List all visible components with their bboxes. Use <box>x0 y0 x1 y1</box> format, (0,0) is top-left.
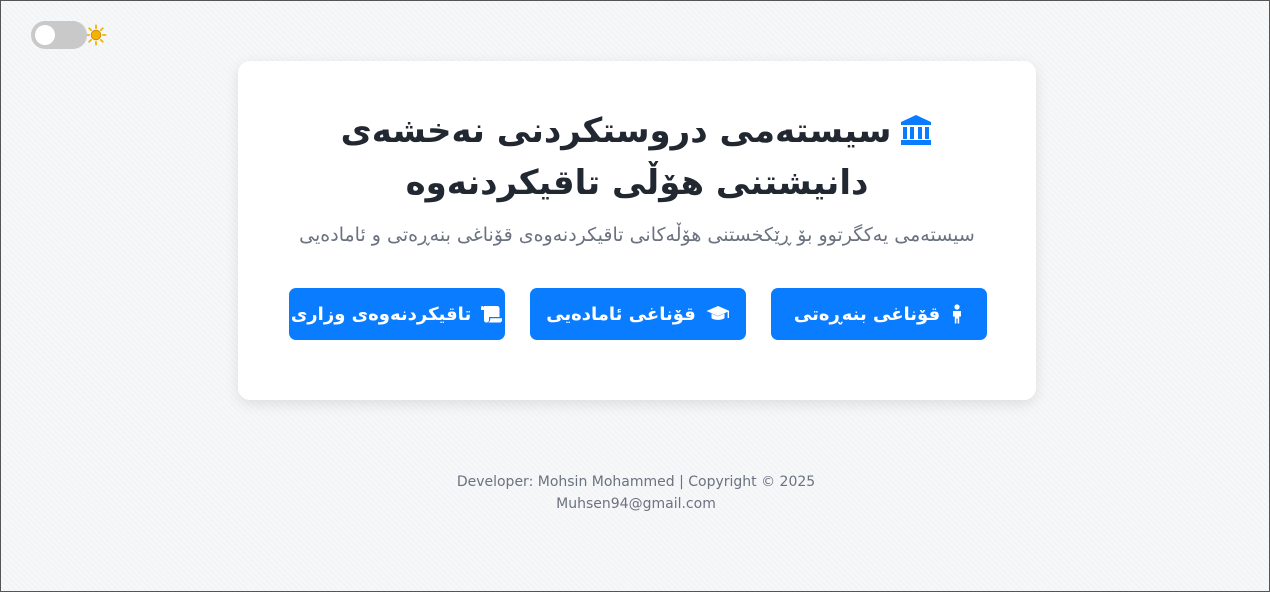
theme-switch[interactable] <box>31 21 87 49</box>
basic-stage-button-label: قۆناغی بنەڕەتی <box>793 303 941 325</box>
bank-icon <box>901 115 932 145</box>
footer: Developer: Mohsin Mohammed | Copyright ©… <box>1 471 1270 515</box>
graduation-cap-icon <box>706 306 730 320</box>
preparatory-stage-button[interactable]: قۆناغی ئامادەیی <box>530 288 746 340</box>
theme-toggle[interactable] <box>31 21 107 49</box>
page-title-text: سیستەمی دروستکردنی نەخشەی دانیشتنی هۆڵی … <box>340 111 892 203</box>
ministerial-exam-button[interactable]: تاقیکردنەوەی وزاری <box>289 288 505 340</box>
switch-knob <box>35 25 55 45</box>
main-card: سیستەمی دروستکردنی نەخشەی دانیشتنی هۆڵی … <box>238 61 1036 400</box>
preparatory-stage-button-label: قۆناغی ئامادەیی <box>546 303 696 325</box>
basic-stage-button[interactable]: قۆناغی بنەڕەتی <box>771 288 987 340</box>
scroll-icon <box>481 306 503 323</box>
stage-buttons: قۆناغی بنەڕەتی قۆناغی ئامادەیی تاقیکردنە… <box>289 288 987 340</box>
page-title: سیستەمی دروستکردنی نەخشەی دانیشتنی هۆڵی … <box>278 105 996 209</box>
footer-email: Muhsen94@gmail.com <box>556 496 716 512</box>
page-subtitle: سیستەمی یەکگرتوو بۆ ڕێکخستنی هۆڵەکانی تا… <box>299 224 975 246</box>
child-icon <box>953 304 962 324</box>
sun-icon <box>85 24 107 46</box>
footer-copyright: Developer: Mohsin Mohammed | Copyright ©… <box>456 474 816 490</box>
ministerial-exam-button-label: تاقیکردنەوەی وزاری <box>290 303 472 325</box>
